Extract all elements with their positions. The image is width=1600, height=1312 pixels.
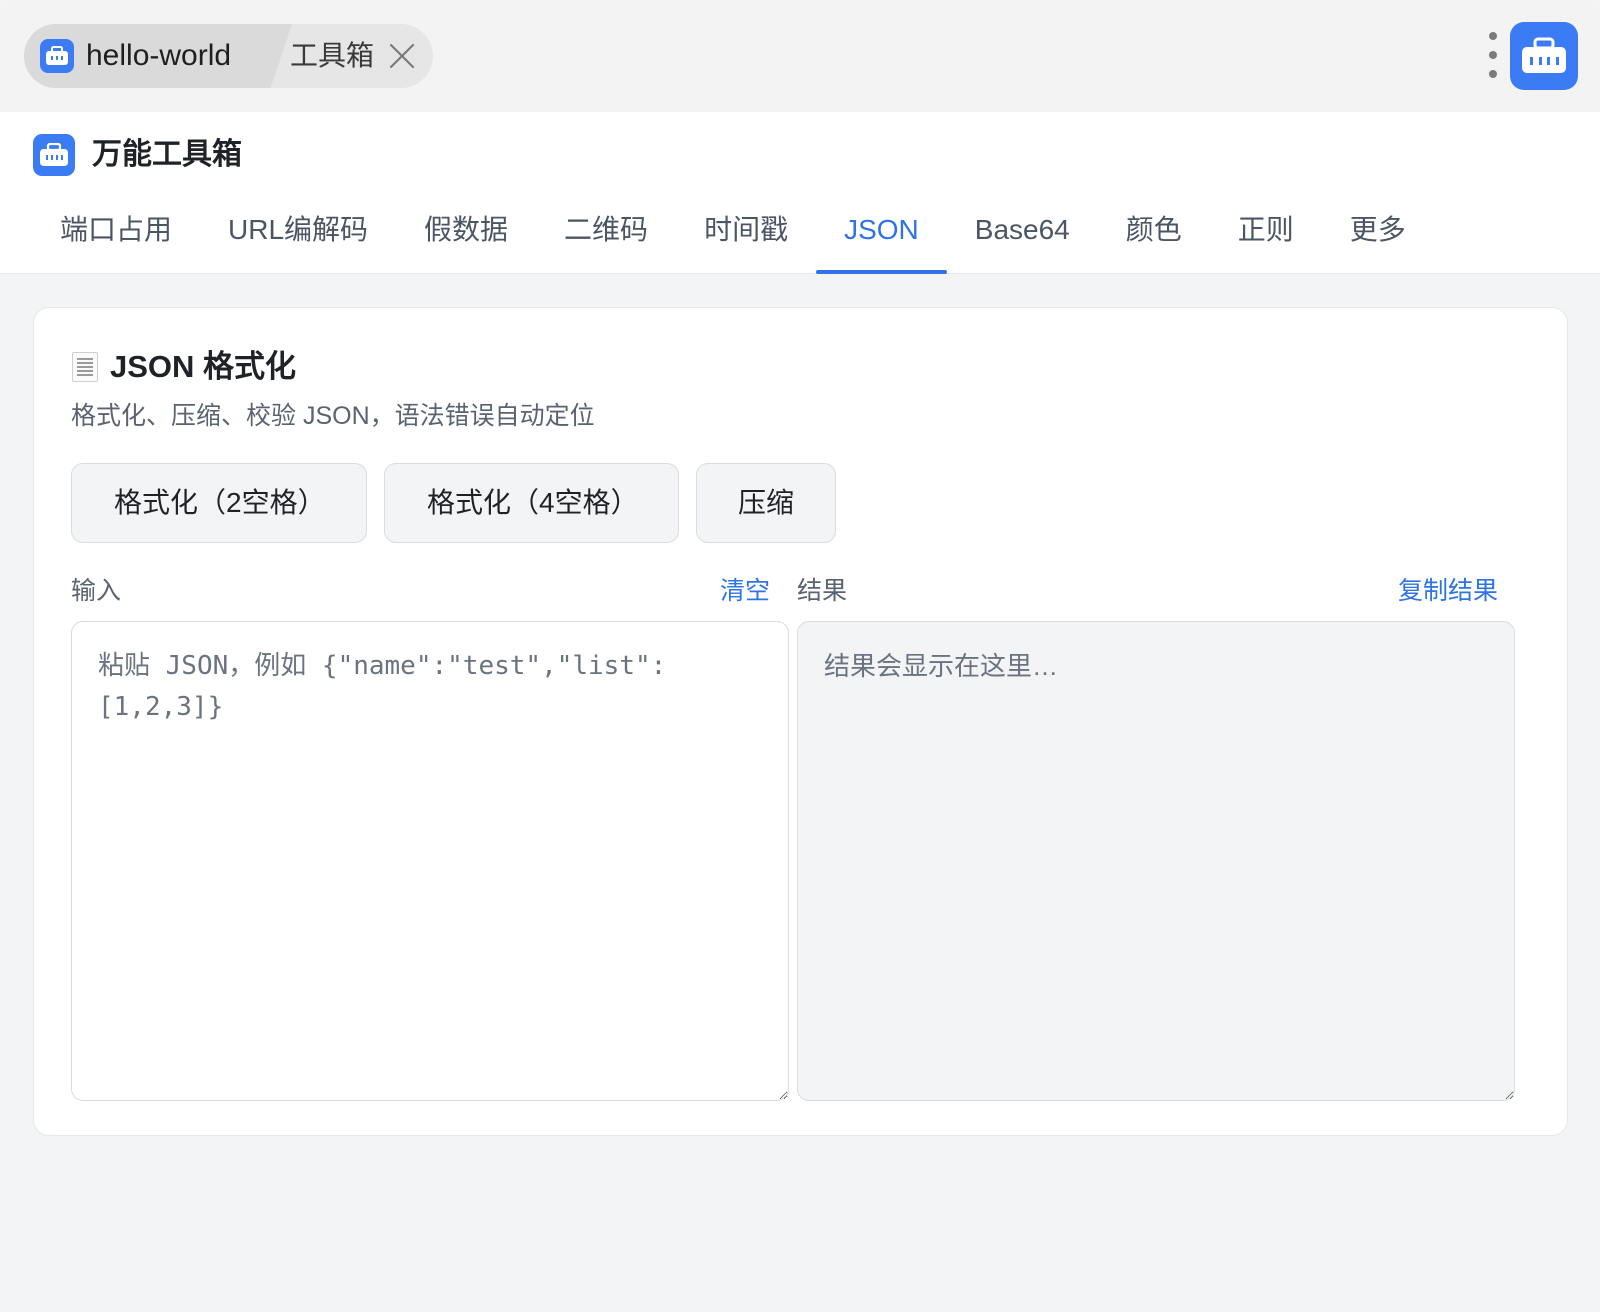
tab-port[interactable]: 端口占用: [32, 208, 200, 274]
json-formatter-card: JSON 格式化 格式化、压缩、校验 JSON，语法错误自动定位 格式化（2空格…: [33, 307, 1568, 1136]
clear-button[interactable]: 清空: [720, 576, 770, 606]
tab-timestamp[interactable]: 时间戳: [676, 208, 816, 274]
format-2-spaces-button[interactable]: 格式化（2空格）: [71, 463, 367, 543]
card-title-row: JSON 格式化: [72, 348, 296, 386]
tab-url-codec[interactable]: URL编解码: [200, 208, 396, 274]
app-header: 万能工具箱 端口占用 URL编解码 假数据 二维码 时间戳 JSON Base6…: [0, 112, 1600, 274]
format-4-spaces-button[interactable]: 格式化（4空格）: [384, 463, 679, 543]
tab-more[interactable]: 更多: [1322, 208, 1434, 274]
tab-bar: 端口占用 URL编解码 假数据 二维码 时间戳 JSON Base64 颜色 正…: [32, 208, 1434, 274]
more-vertical-icon[interactable]: [1483, 32, 1503, 78]
breadcrumb-app-label: hello-world: [86, 39, 232, 72]
card-title: JSON 格式化: [110, 349, 297, 384]
receipt-icon: [72, 352, 98, 382]
action-buttons: 格式化（2空格） 格式化（4空格） 压缩: [71, 463, 836, 543]
breadcrumb: hello-world 工具箱: [24, 24, 433, 88]
brand-title: 万能工具箱: [92, 138, 242, 171]
toolbox-icon: [40, 39, 74, 73]
app-window: hello-world 工具箱 万能工具箱 端口占用 URL编解码 假数据 二维…: [0, 0, 1600, 1312]
result-label: 结果: [797, 577, 848, 605]
toolbox-icon-large[interactable]: [1510, 22, 1578, 90]
breadcrumb-app[interactable]: hello-world: [24, 24, 292, 88]
tab-qrcode[interactable]: 二维码: [536, 208, 676, 274]
close-icon[interactable]: [388, 42, 416, 70]
tab-json[interactable]: JSON: [816, 208, 947, 274]
copy-result-button[interactable]: 复制结果: [1398, 576, 1498, 606]
breadcrumb-tool-label[interactable]: 工具箱: [290, 38, 374, 74]
tab-regex[interactable]: 正则: [1210, 208, 1322, 274]
input-label: 输入: [71, 577, 122, 605]
card-subtitle: 格式化、压缩、校验 JSON，语法错误自动定位: [71, 402, 595, 430]
tab-color[interactable]: 颜色: [1098, 208, 1210, 274]
minify-button[interactable]: 压缩: [696, 463, 836, 543]
tab-fake-data[interactable]: 假数据: [396, 208, 536, 274]
json-result-textarea[interactable]: [797, 621, 1515, 1101]
tab-base64[interactable]: Base64: [947, 208, 1098, 274]
json-input-textarea[interactable]: [71, 621, 789, 1101]
title-bar: hello-world 工具箱: [0, 0, 1600, 112]
brand-toolbox-icon: [33, 134, 75, 176]
